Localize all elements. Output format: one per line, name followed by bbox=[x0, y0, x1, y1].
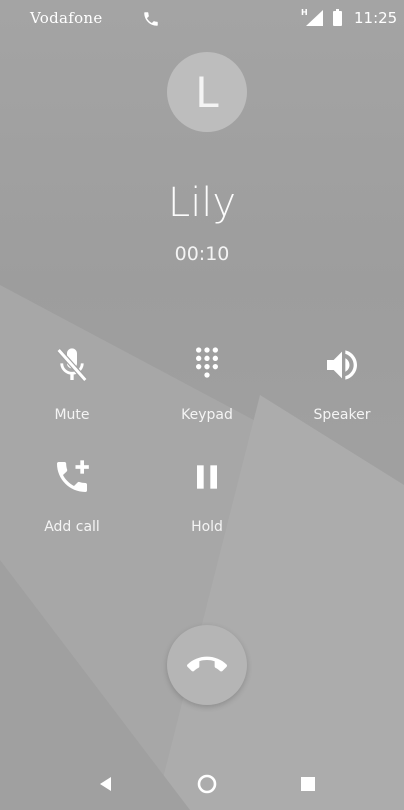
microphone-off-icon bbox=[56, 348, 88, 382]
clock: 11:25 bbox=[354, 9, 398, 27]
dialpad-icon bbox=[196, 347, 218, 378]
call-duration: 00:10 bbox=[174, 243, 230, 265]
contact-avatar: L bbox=[167, 52, 247, 132]
carrier-name: Vodafone bbox=[30, 9, 103, 27]
speaker-button[interactable]: Speaker bbox=[287, 345, 397, 445]
hold-button[interactable]: Hold bbox=[152, 457, 262, 557]
battery-icon bbox=[333, 9, 342, 26]
home-icon[interactable] bbox=[195, 772, 219, 796]
keypad-label: Keypad bbox=[181, 407, 233, 423]
keypad-button[interactable]: Keypad bbox=[152, 345, 262, 445]
phone-call-status-icon bbox=[144, 12, 158, 26]
in-call-screen: Vodafone H 11:25 L Lily 00:10 Mute Keypa… bbox=[0, 0, 404, 810]
hold-label: Hold bbox=[191, 519, 223, 535]
speaker-label: Speaker bbox=[313, 407, 371, 423]
caller-name: Lily bbox=[167, 180, 237, 226]
pause-icon bbox=[197, 465, 217, 489]
mute-label: Mute bbox=[54, 407, 90, 423]
add-call-button[interactable]: Add call bbox=[17, 457, 127, 557]
add-call-icon bbox=[57, 460, 89, 492]
mute-button[interactable]: Mute bbox=[17, 345, 127, 445]
hang-up-icon bbox=[187, 656, 227, 672]
back-icon[interactable] bbox=[93, 772, 117, 796]
navigation-bar bbox=[0, 760, 404, 808]
end-call-button[interactable] bbox=[167, 625, 247, 705]
status-bar: Vodafone H 11:25 bbox=[0, 0, 404, 36]
cell-signal-icon bbox=[306, 10, 323, 26]
speaker-icon bbox=[327, 350, 357, 380]
add-call-label: Add call bbox=[44, 519, 100, 535]
recents-icon[interactable] bbox=[296, 772, 320, 796]
